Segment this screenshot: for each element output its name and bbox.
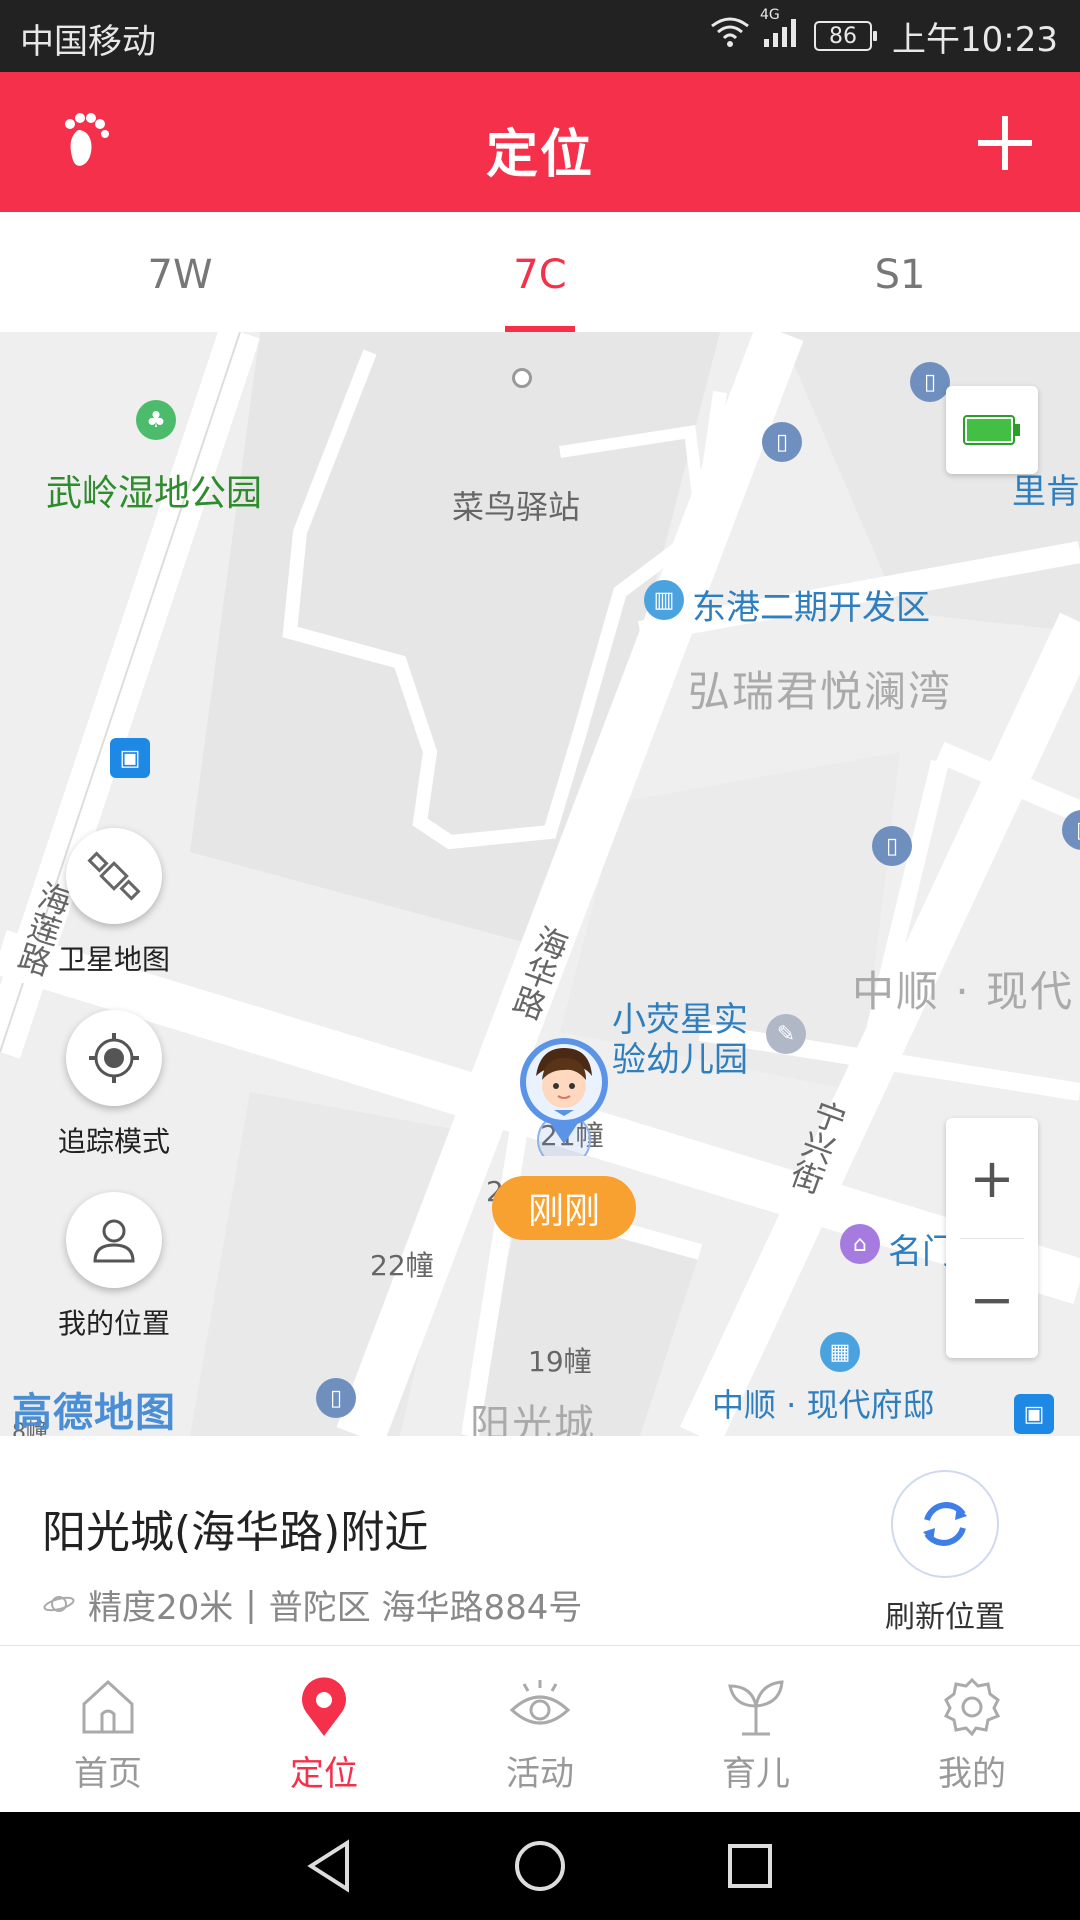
shop-icon: ⌂ [840, 1224, 880, 1264]
recents-square-icon [728, 1844, 772, 1888]
tracking-mode-button[interactable]: 追踪模式 [58, 1010, 170, 1160]
carrier-name: 中国移动 [20, 22, 156, 62]
battery-indicator: 86 [814, 21, 878, 51]
zoom-controls: + − [946, 1118, 1038, 1358]
park-icon: ♣ [136, 400, 176, 440]
plus-icon [978, 116, 1032, 170]
pickup-point-icon [512, 368, 532, 388]
my-location-label: 我的位置 [57, 1307, 170, 1340]
map-label-donggang: 东港二期开发区 [692, 588, 930, 628]
page-title: 定位 [485, 125, 594, 185]
gear-icon [864, 1674, 1080, 1738]
map-label-sunshine: 阳光城 [470, 1402, 596, 1436]
refresh-location-label: 刷新位置 [885, 1600, 1005, 1635]
satellite-map-label: 卫星地图 [57, 943, 170, 976]
nav-home-label: 首页 [74, 1754, 142, 1794]
office-icon: ▥ [644, 580, 684, 620]
battery-percent: 86 [829, 23, 858, 49]
zoom-out-button[interactable]: − [946, 1239, 1038, 1359]
nav-activity[interactable]: 活动 [432, 1646, 648, 1812]
nav-activity-label: 活动 [506, 1754, 574, 1794]
map-label-bld22: 22幢 [370, 1249, 434, 1282]
poi-icon-entrance-5: ▯ [316, 1378, 356, 1418]
detail-separator: | [245, 1584, 257, 1625]
app-header: 定位 [0, 72, 1080, 212]
map-label-zhongshun-2: 中顺 · 现代府邸 [712, 1386, 935, 1424]
nav-mine-label: 我的 [938, 1754, 1006, 1794]
address-text: 普陀区 海华路884号 [268, 1588, 583, 1628]
nav-location-label: 定位 [290, 1754, 358, 1794]
bus-stop-icon-2: ▣ [1014, 1394, 1054, 1434]
refresh-location-button[interactable]: 刷新位置 [870, 1470, 1020, 1636]
person-icon [66, 1192, 162, 1288]
network-type: 4G [760, 6, 780, 23]
nav-location[interactable]: 定位 [216, 1646, 432, 1812]
poi-icon-entrance-2: ▯ [762, 422, 802, 462]
map-label-zhongshun-1: 中顺 · 现代 [852, 967, 1075, 1016]
location-info-panel: 阳光城(海华路)附近 精度20米 | 普陀区 海华路884号 刷新位置 [0, 1436, 1080, 1646]
avatar-pin-icon [520, 1038, 608, 1167]
satellite-map-button[interactable]: 卫星地图 [58, 828, 170, 978]
location-detail: 精度20米 | 普陀区 海华路884号 [42, 1580, 582, 1629]
clock: 上午10:23 [892, 19, 1058, 60]
tracking-mode-label: 追踪模式 [57, 1125, 170, 1158]
home-icon [0, 1674, 216, 1738]
nav-parenting[interactable]: 育儿 [648, 1646, 864, 1812]
bus-stop-icon-1: ▣ [110, 738, 150, 778]
back-triangle-icon [307, 1839, 349, 1893]
device-tabs: 7W 7C S1 [0, 212, 1080, 332]
eye-icon [432, 1674, 648, 1738]
home-button[interactable] [510, 1836, 570, 1896]
location-pin-icon [216, 1674, 432, 1738]
device-avatar-marker[interactable] [514, 1036, 614, 1167]
poi-icon-entrance-1: ▯ [910, 362, 950, 402]
refresh-icon [891, 1470, 999, 1578]
nav-parenting-label: 育儿 [722, 1754, 790, 1794]
wifi-icon [710, 16, 750, 57]
accuracy-text: 精度20米 [88, 1588, 234, 1628]
back-button[interactable] [300, 1836, 360, 1896]
building-icon: ▦ [820, 1332, 860, 1372]
status-bar: 中国移动 4G 86 上午10:23 [0, 0, 1080, 72]
crosshair-icon [66, 1010, 162, 1106]
tab-7c[interactable]: 7C [360, 212, 720, 332]
map-label-bld19: 19幢 [528, 1345, 592, 1378]
map-view[interactable]: ♣ 武岭湿地公园 菜鸟驿站 ▯ ▯ 里肯 ▥ 东港二期开发区 弘瑞君悦澜湾 ▣ … [0, 332, 1080, 1436]
signal-icon: 4G [760, 7, 802, 58]
tab-7w[interactable]: 7W [0, 212, 360, 332]
sprout-icon [648, 1674, 864, 1738]
system-navigation-bar [0, 1812, 1080, 1920]
location-title: 阳光城(海华路)附近 [42, 1507, 429, 1558]
home-circle-icon [515, 1841, 565, 1891]
my-location-button[interactable]: 我的位置 [58, 1192, 170, 1342]
device-battery-card [946, 386, 1038, 474]
orbit-icon [42, 1585, 76, 1625]
device-battery-icon [963, 415, 1020, 445]
poi-icon-entrance-3: ▯ [872, 826, 912, 866]
school-icon: ✎ [766, 1014, 806, 1054]
nav-home[interactable]: 首页 [0, 1646, 216, 1812]
map-label-park: 武岭湿地公园 [46, 473, 263, 514]
add-device-button[interactable] [974, 112, 1036, 174]
zoom-in-button[interactable]: + [946, 1118, 1038, 1238]
map-label-kindergarten: 小荧星实验幼儿园 [612, 1000, 748, 1080]
tab-s1[interactable]: S1 [720, 212, 1080, 332]
last-update-badge: 刚刚 [492, 1176, 636, 1240]
recents-button[interactable] [720, 1836, 780, 1896]
map-label-cainiao: 菜鸟驿站 [452, 488, 581, 526]
satellite-icon [66, 828, 162, 924]
map-provider-logo: 高德地图 [12, 1390, 176, 1436]
map-label-hongrui: 弘瑞君悦澜湾 [688, 667, 953, 716]
bottom-navigation: 首页 定位 活动 育儿 我的 [0, 1646, 1080, 1812]
nav-mine[interactable]: 我的 [864, 1646, 1080, 1812]
